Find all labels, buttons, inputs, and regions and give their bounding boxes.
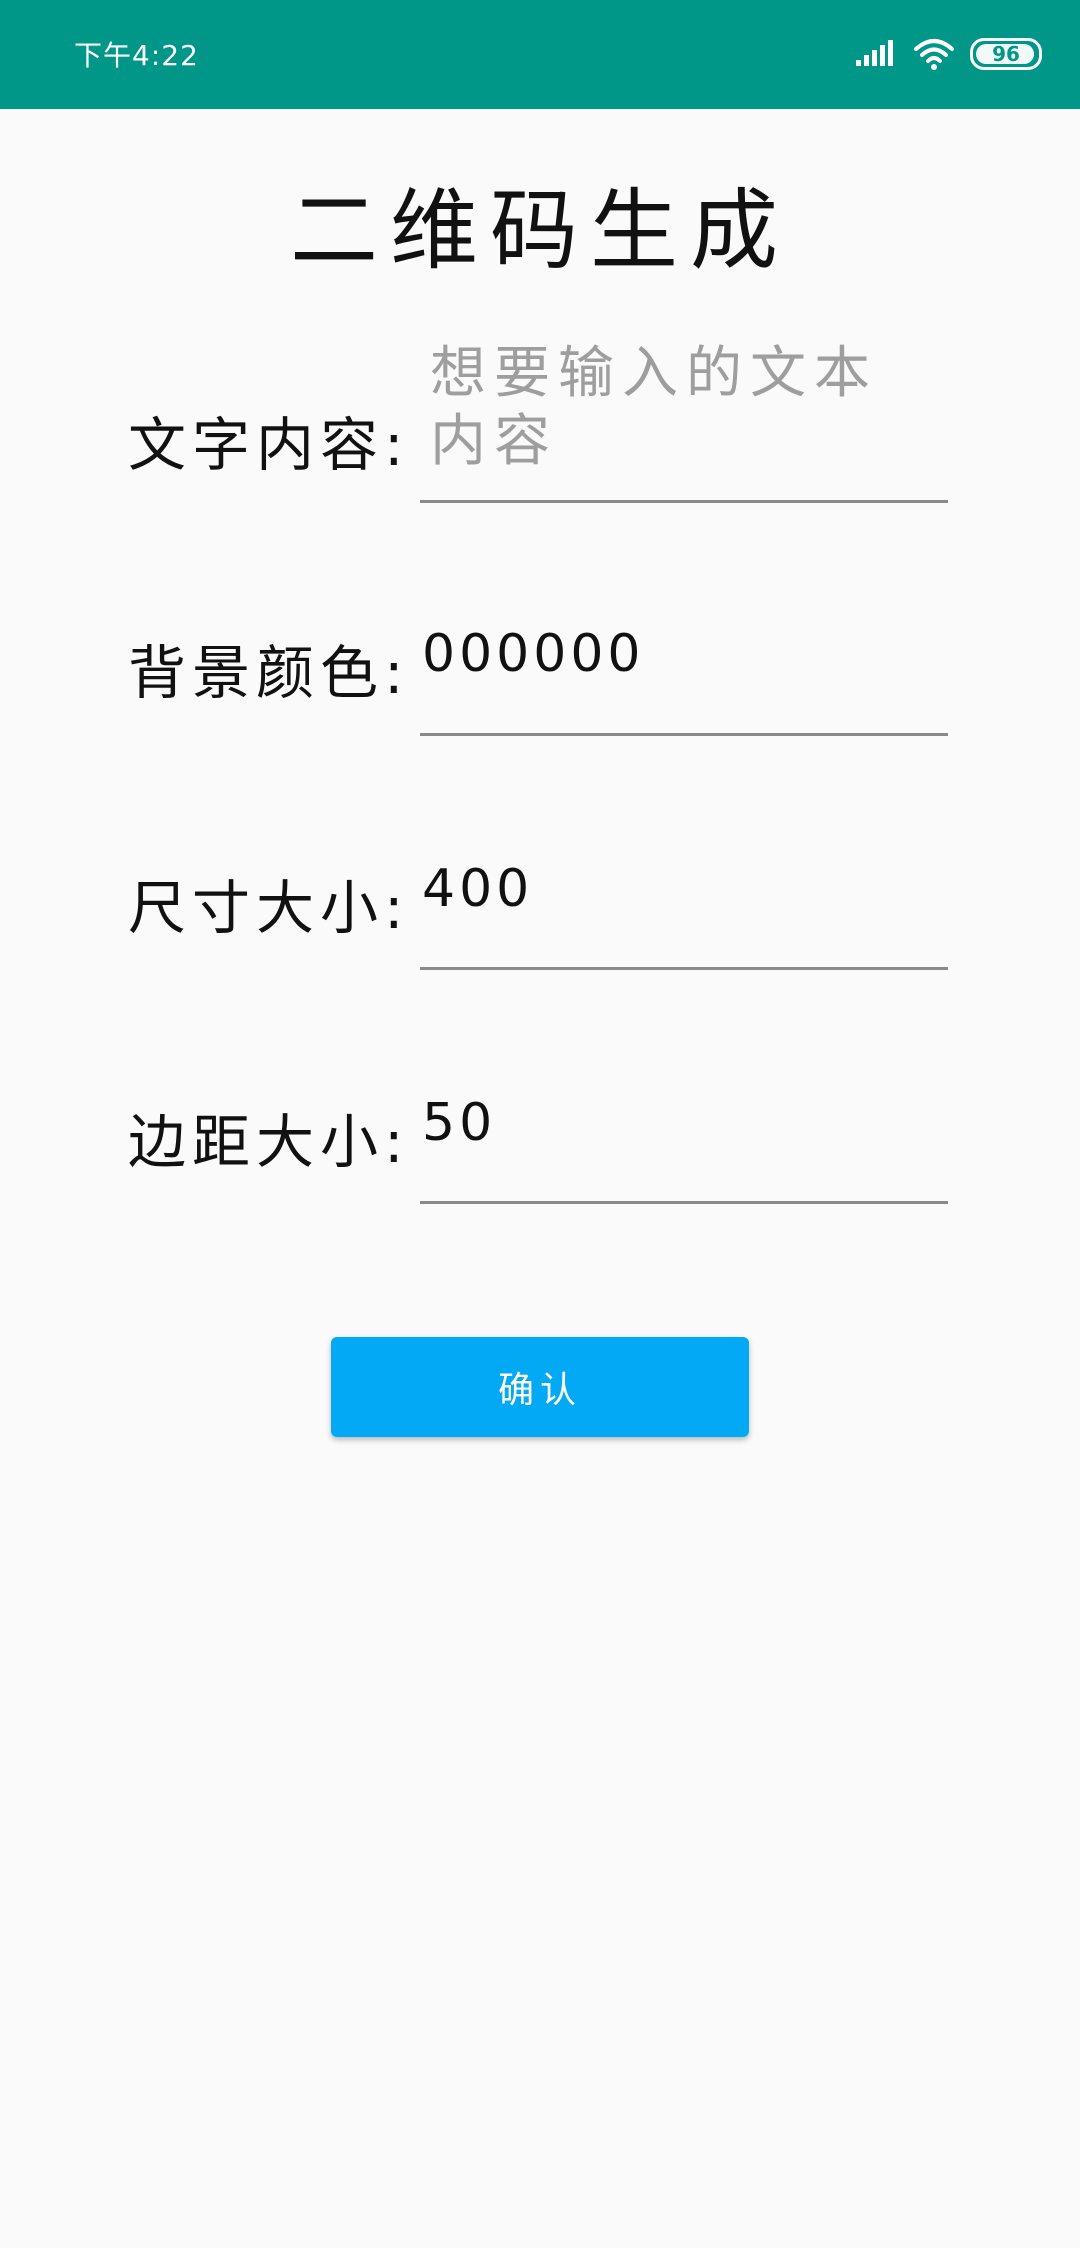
signal-icon: [856, 40, 893, 66]
background-color-label: 背景颜色:: [128, 639, 410, 707]
size-input[interactable]: 400: [420, 855, 948, 970]
status-bar: 下午4:22 96: [0, 0, 1080, 109]
text-content-input[interactable]: 想要输入的文本内容: [420, 340, 948, 503]
text-content-placeholder: 想要输入的文本内容: [430, 341, 878, 474]
status-time: 下午4:22: [74, 39, 199, 72]
page-title: 二维码生成: [289, 179, 790, 282]
size-value: 400: [422, 859, 534, 919]
status-icons: 96: [854, 36, 1042, 72]
wifi-icon: [914, 39, 954, 70]
margin-value: 50: [422, 1093, 497, 1153]
background-color-input[interactable]: 000000: [420, 620, 948, 736]
margin-label: 边距大小:: [128, 1108, 410, 1176]
size-label: 尺寸大小:: [128, 874, 410, 942]
margin-input[interactable]: 50: [420, 1089, 948, 1204]
background-color-value: 000000: [422, 624, 645, 684]
confirm-button[interactable]: 确认: [331, 1337, 749, 1437]
battery-icon: 96: [970, 38, 1042, 70]
text-content-label: 文字内容:: [128, 411, 410, 479]
battery-level: 96: [992, 42, 1020, 66]
